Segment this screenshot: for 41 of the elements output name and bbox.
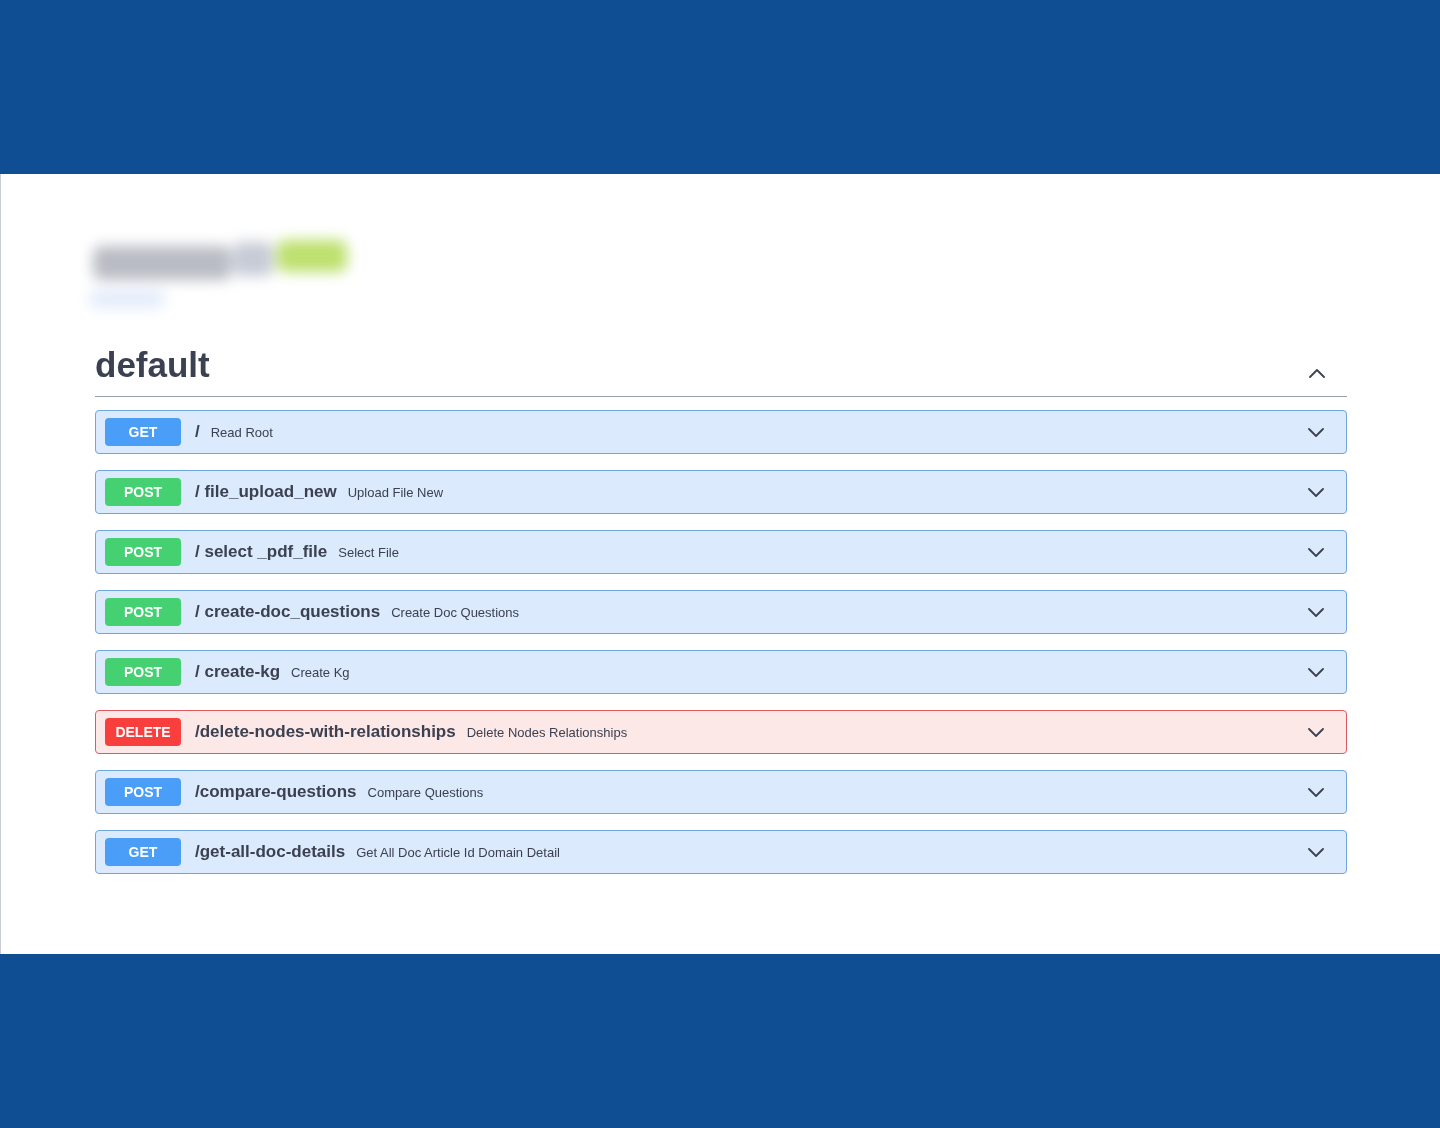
endpoint-row[interactable]: POST / select _pdf_file Select File [95, 530, 1347, 574]
endpoint-row[interactable]: GET /get-all-doc-details Get All Doc Article Id Domain Detail [95, 830, 1347, 874]
method-badge: POST [105, 658, 181, 686]
endpoint-summary: Get All Doc Article Id Domain Detail [356, 844, 560, 860]
endpoint-path: / select _pdf_file [195, 542, 328, 562]
endpoint-summary: Compare Questions [367, 784, 484, 800]
endpoint-path: / create-kg [195, 662, 281, 682]
endpoint-row[interactable]: GET / Read Root [95, 410, 1347, 454]
method-badge: POST [105, 598, 181, 626]
chevron-down-icon[interactable] [1308, 787, 1324, 797]
section-title: default [95, 345, 210, 385]
endpoint-row[interactable]: POST /compare-questions Compare Questions [95, 770, 1347, 814]
endpoint-summary: Delete Nodes Relationships [466, 724, 628, 740]
chevron-down-icon[interactable] [1308, 727, 1324, 737]
endpoint-summary: Upload File New [347, 484, 444, 500]
chevron-down-icon[interactable] [1308, 427, 1324, 437]
chevron-down-icon[interactable] [1308, 487, 1324, 497]
endpoint-row[interactable]: POST / create-doc_questions Create Doc Questions [95, 590, 1347, 634]
endpoint-path: /compare-questions [195, 782, 357, 802]
method-badge: GET [105, 838, 181, 866]
chevron-down-icon[interactable] [1308, 607, 1324, 617]
endpoint-summary: Read Root [210, 424, 273, 440]
method-badge: GET [105, 418, 181, 446]
endpoint-summary: Create Kg [291, 664, 350, 680]
method-badge: DELETE [105, 718, 181, 746]
chevron-up-icon[interactable] [1309, 369, 1325, 378]
endpoint-summary: Select File [338, 544, 399, 560]
endpoint-row[interactable]: POST / file_upload_new Upload File New [95, 470, 1347, 514]
endpoint-path: /delete-nodes-with-relationships [195, 722, 456, 742]
endpoint-row[interactable]: POST / create-kg Create Kg [95, 650, 1347, 694]
method-badge: POST [105, 478, 181, 506]
endpoint-path: / [195, 422, 200, 442]
chevron-down-icon[interactable] [1308, 847, 1324, 857]
method-badge: POST [105, 538, 181, 566]
endpoint-summary: Create Doc Questions [391, 604, 520, 620]
endpoint-path: /get-all-doc-details [195, 842, 346, 862]
chevron-down-icon[interactable] [1308, 667, 1324, 677]
method-badge: POST [105, 778, 181, 806]
endpoint-path: / file_upload_new [195, 482, 337, 502]
endpoint-path: / create-doc_questions [195, 602, 381, 622]
chevron-down-icon[interactable] [1308, 547, 1324, 557]
